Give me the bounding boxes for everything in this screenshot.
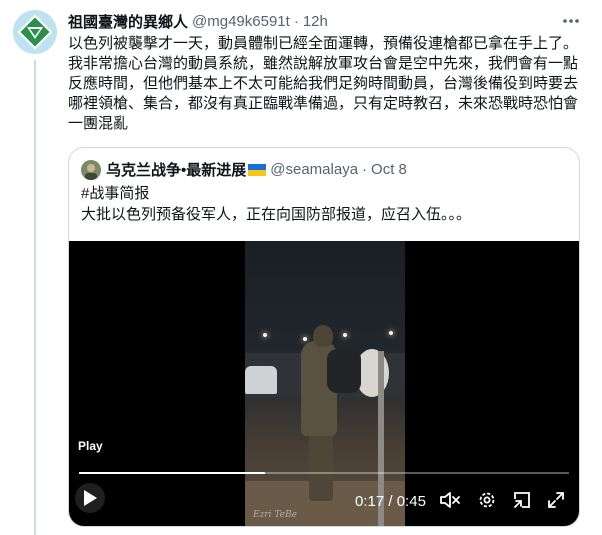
pip-icon [514,492,530,508]
tweet-header: 祖國臺灣的異鄉人 @mg49k6591t · 12h [68,10,588,32]
scene-light [303,337,307,341]
scene-car [245,366,277,394]
soldier-head [313,325,333,347]
scene-light [343,333,347,337]
separator-dot: · [293,12,299,30]
quoted-tweet-header: 乌克兰战争•最新进展 @seamalaya · Oct 8 [81,159,407,180]
pip-button[interactable] [507,485,537,515]
quoted-author-name[interactable]: 乌克兰战争•最新进展 [106,159,246,180]
progress-bar[interactable] [79,472,569,474]
mute-button[interactable] [435,485,465,515]
quoted-tweet-text: 大批以色列预备役军人，正在向国防部报道，应召入伍。。。 [81,206,472,223]
scene-light [263,333,267,337]
time-display: 0:17 / 0:45 [355,493,426,510]
avatar[interactable] [13,10,57,54]
current-time: 0:17 [355,493,385,510]
tweet-time[interactable]: 12h [303,13,328,30]
settings-button[interactable] [472,485,502,515]
author-name[interactable]: 祖國臺灣的異鄉人 [68,11,188,32]
time-separator: / [384,493,397,510]
tweet: 祖國臺灣的異鄉人 @mg49k6591t · 12h 以色列被襲擊才一天，動員體… [68,10,588,134]
video-player[interactable]: Ezri TeBe Play 0:17 / 0:45 [69,241,579,526]
avatar-emblem-icon [13,10,57,54]
quoted-hashtag[interactable]: #战事简报 [81,183,471,204]
quoted-tweet-body: #战事简报 大批以色列预备役军人，正在向国防部报道，应召入伍。。。 [81,183,471,225]
more-horizontal-icon [563,19,579,23]
progress-fill [79,472,266,474]
play-button[interactable] [75,483,105,513]
duration: 0:45 [396,493,426,510]
quoted-date[interactable]: Oct 8 [371,161,407,178]
play-label: Play [78,439,103,453]
volume-muted-icon [440,492,460,508]
quoted-author-handle[interactable]: @seamalaya [270,161,358,178]
video-controls: 0:17 / 0:45 [69,481,579,521]
quoted-avatar-icon [81,159,101,180]
quoted-separator-dot: · [362,161,368,178]
scene-light [389,331,393,335]
more-button[interactable] [560,12,582,30]
thread-line [34,60,36,535]
play-icon [84,490,97,506]
tweet-text: 以色列被襲擊才一天，動員體制已經全面運轉，預備役連槍都已拿在手上了。我非常擔心台… [68,35,579,132]
ukraine-flag-icon [248,163,267,176]
quoted-avatar[interactable] [81,159,101,180]
fullscreen-icon [548,492,564,508]
quoted-tweet[interactable]: 乌克兰战争•最新进展 @seamalaya · Oct 8 #战事简报 大批以色… [68,147,580,527]
author-handle[interactable]: @mg49k6591t [192,13,290,30]
fullscreen-button[interactable] [541,485,571,515]
gear-icon [479,492,495,508]
soldier-backpack [327,349,361,393]
